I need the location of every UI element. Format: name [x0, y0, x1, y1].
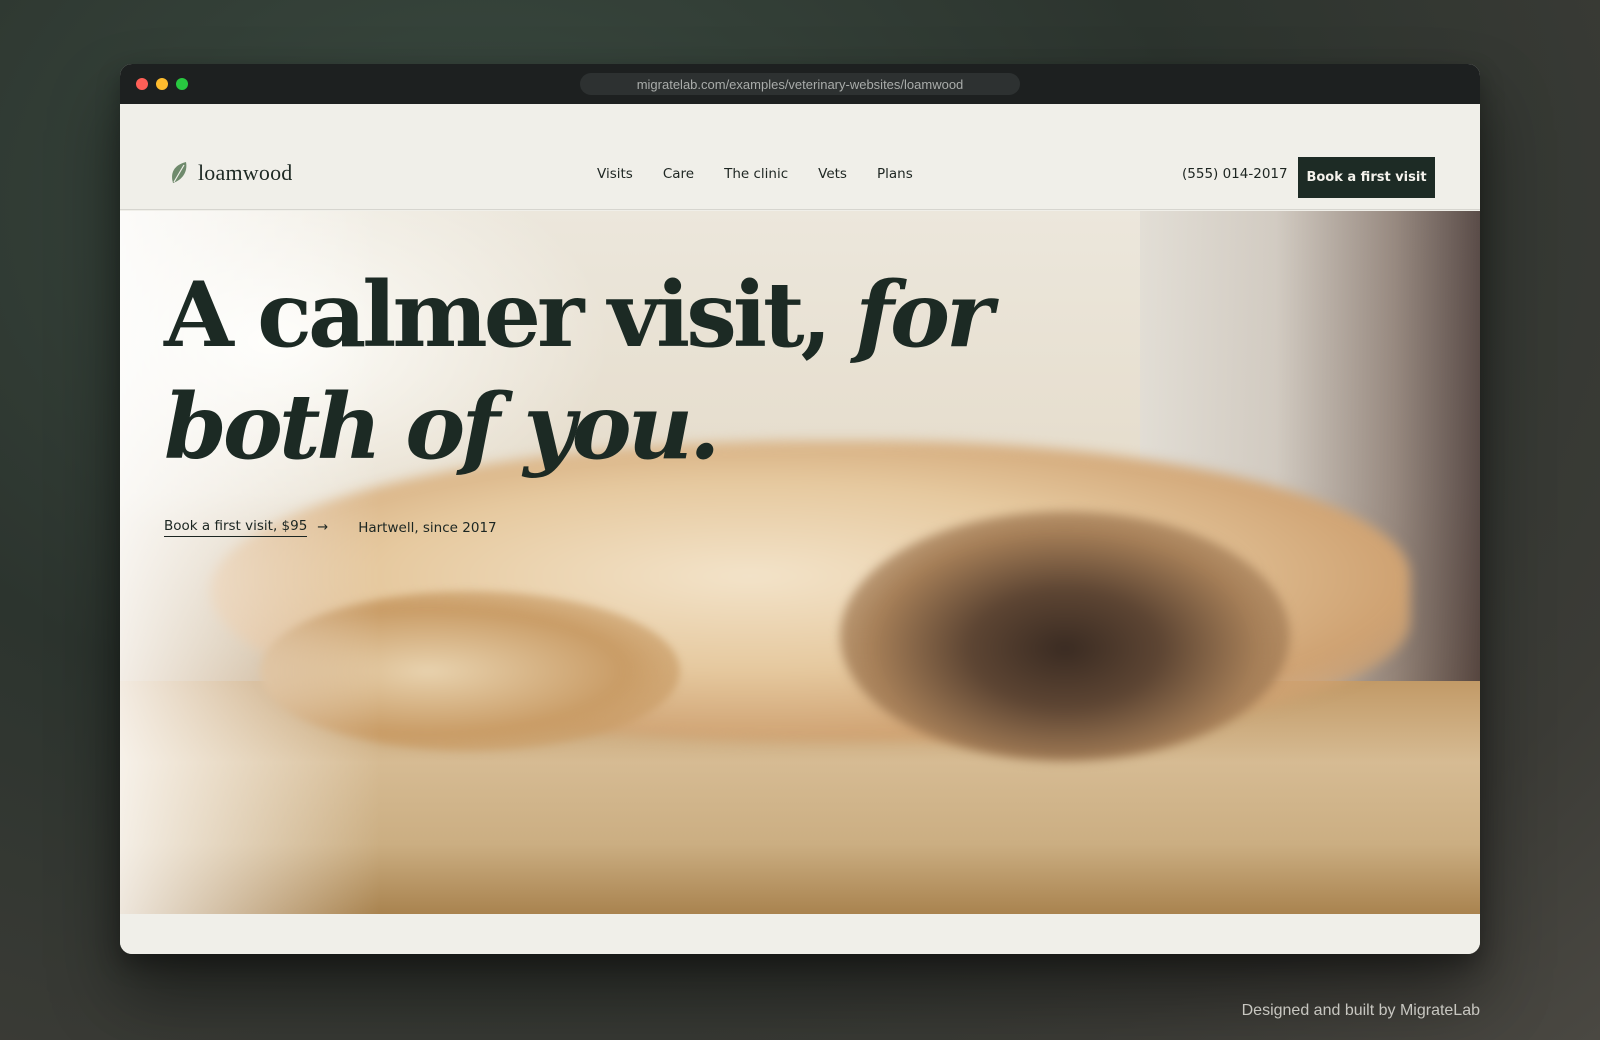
close-window-button[interactable] [136, 78, 148, 90]
brand-name: loamwood [198, 160, 293, 185]
designer-credit: Designed and built by MigrateLab [1241, 1002, 1480, 1019]
site-header: loamwood Visits Care The clinic Vets Pla… [120, 104, 1480, 210]
headline-regular: A calmer visit, [164, 262, 856, 368]
nav-link-care[interactable]: Care [663, 166, 694, 182]
nav-link-the-clinic[interactable]: The clinic [724, 166, 788, 182]
nav-link-vets[interactable]: Vets [818, 166, 847, 182]
nav-link-visits[interactable]: Visits [597, 166, 633, 182]
browser-window: migratelab.com/examples/veterinary-websi… [120, 64, 1480, 954]
phone-number[interactable]: (555) 014-2017 [1182, 166, 1288, 182]
hero-photo-dog-head [840, 511, 1290, 761]
arrow-right-icon[interactable]: → [317, 520, 328, 535]
nav-link-plans[interactable]: Plans [877, 166, 913, 182]
main-nav: Visits Care The clinic Vets Plans [597, 166, 943, 182]
hero-actions: Book a first visit, $95 → Hartwell, sinc… [164, 518, 497, 537]
minimize-window-button[interactable] [156, 78, 168, 90]
browser-titlebar: migratelab.com/examples/veterinary-websi… [120, 64, 1480, 104]
hero-headline: A calmer visit, for both of you. [164, 259, 1124, 483]
hero-section: A calmer visit, for both of you. Book a … [120, 211, 1480, 914]
book-first-visit-button[interactable]: Book a first visit [1298, 157, 1435, 198]
hero-book-visit-link[interactable]: Book a first visit, $95 [164, 518, 308, 537]
address-bar[interactable]: migratelab.com/examples/veterinary-websi… [580, 73, 1020, 95]
leaf-icon [172, 162, 187, 183]
maximize-window-button[interactable] [176, 78, 188, 90]
brand-logo[interactable]: loamwood [168, 160, 292, 186]
location-since: Hartwell, since 2017 [358, 519, 497, 536]
web-page: loamwood Visits Care The clinic Vets Pla… [120, 104, 1480, 954]
